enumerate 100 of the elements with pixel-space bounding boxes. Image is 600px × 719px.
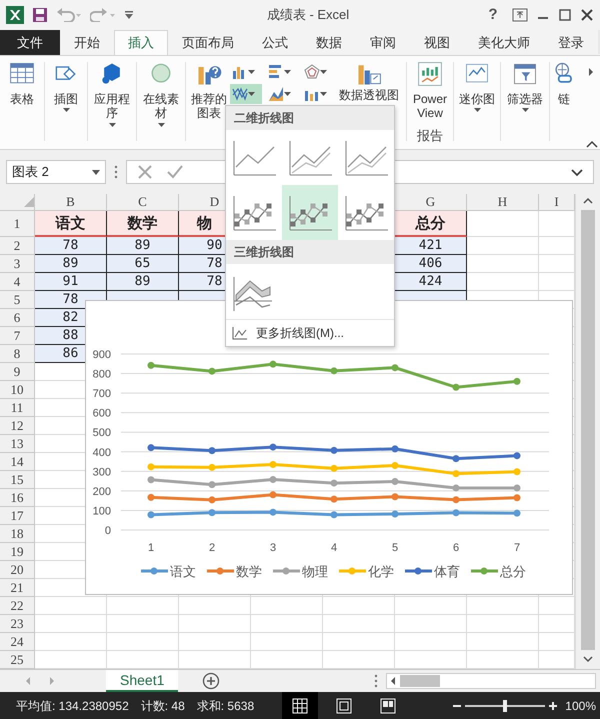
row-header[interactable]: 2 bbox=[0, 237, 35, 255]
data-point bbox=[270, 508, 276, 516]
scroll-down-icon[interactable] bbox=[582, 654, 594, 664]
row-header[interactable]: 7 bbox=[0, 327, 35, 345]
scroll-up-icon[interactable] bbox=[582, 196, 594, 206]
collapse-ribbon-icon[interactable] bbox=[586, 139, 598, 149]
table-cell: 421 bbox=[395, 237, 467, 255]
row-header[interactable]: 4 bbox=[0, 273, 35, 291]
row-header[interactable]: 23 bbox=[0, 615, 35, 633]
row-header[interactable]: 19 bbox=[0, 543, 35, 561]
apps-button[interactable]: 应用程序 bbox=[91, 60, 133, 127]
zoom-level[interactable]: 100% bbox=[565, 696, 596, 714]
close-icon[interactable] bbox=[580, 8, 594, 22]
add-sheet-icon[interactable] bbox=[202, 672, 220, 690]
status-stat: 求和: 5638 bbox=[196, 698, 254, 714]
column-header[interactable]: C bbox=[107, 194, 179, 211]
row-header[interactable]: 13 bbox=[0, 435, 35, 453]
row-header[interactable]: 17 bbox=[0, 507, 35, 525]
maximize-icon[interactable] bbox=[558, 8, 572, 22]
ribbon-tab[interactable]: 美化大师 bbox=[464, 30, 544, 55]
row-header[interactable]: 22 bbox=[0, 597, 35, 615]
axis-label: 3 bbox=[270, 542, 276, 554]
view-button[interactable] bbox=[282, 692, 318, 719]
pivot-button[interactable]: 数据透视图 bbox=[336, 60, 402, 102]
column-header[interactable]: I bbox=[539, 194, 575, 211]
chart-type-button[interactable] bbox=[230, 84, 262, 104]
filter-button[interactable]: 筛选器 bbox=[505, 60, 545, 112]
file-menu[interactable]: 文件 bbox=[0, 30, 60, 55]
row-header[interactable]: 18 bbox=[0, 525, 35, 543]
line-chart-icon bbox=[232, 326, 248, 340]
sheet-tab[interactable]: Sheet1 bbox=[106, 670, 178, 692]
link-button[interactable]: 链 bbox=[548, 60, 580, 106]
axis-label: 4 bbox=[330, 542, 338, 554]
legend-label: 体育 bbox=[434, 564, 460, 579]
zoom-in-icon[interactable] bbox=[549, 702, 558, 710]
row-header[interactable]: 10 bbox=[0, 381, 35, 399]
grid-cell bbox=[467, 255, 539, 273]
row-header[interactable]: 8 bbox=[0, 345, 35, 363]
grid-cell bbox=[467, 237, 539, 255]
row-header[interactable]: 16 bbox=[0, 489, 35, 507]
cancel-icon[interactable] bbox=[137, 164, 153, 180]
legend-label: 数学 bbox=[236, 564, 262, 579]
row-header[interactable]: 5 bbox=[0, 291, 35, 309]
ribbon-tab[interactable]: 公式 bbox=[248, 30, 302, 55]
data-point bbox=[270, 491, 276, 498]
help-button[interactable]: ? bbox=[482, 4, 504, 26]
row-header[interactable]: 9 bbox=[0, 363, 35, 381]
row-header[interactable]: 12 bbox=[0, 417, 35, 435]
ribbon-tab[interactable]: 数据 bbox=[302, 30, 356, 55]
table-cell: 89 bbox=[35, 255, 107, 273]
ribbon-tab[interactable]: 开始 bbox=[60, 30, 114, 55]
data-point bbox=[208, 368, 216, 375]
column-header[interactable]: G bbox=[395, 194, 467, 211]
more-charts-item[interactable]: 更多折线图(M)... bbox=[226, 319, 394, 346]
customize-toolbar-icon[interactable] bbox=[124, 10, 134, 20]
powerview-button[interactable]: Power View bbox=[409, 60, 451, 121]
horizontal-scrollbar[interactable] bbox=[386, 673, 596, 689]
ribbon-tab[interactable]: 审阅 bbox=[356, 30, 410, 55]
row-header[interactable]: 25 bbox=[0, 651, 35, 669]
ribbon-tab[interactable]: 插入 bbox=[114, 30, 168, 55]
row-header[interactable]: 20 bbox=[0, 561, 35, 579]
grid-cell bbox=[467, 615, 539, 633]
row-header[interactable]: 21 bbox=[0, 579, 35, 597]
row-header[interactable]: 3 bbox=[0, 255, 35, 273]
enter-icon[interactable] bbox=[167, 164, 183, 180]
row-header[interactable]: 14 bbox=[0, 453, 35, 471]
table-button[interactable]: 表格 bbox=[6, 60, 38, 106]
column-header[interactable]: B bbox=[35, 194, 107, 211]
axis-label: 5 bbox=[392, 542, 398, 554]
row-header[interactable]: 1 bbox=[0, 211, 35, 237]
axis-label: 6 bbox=[452, 542, 460, 554]
window-title: 成绩表 - Excel bbox=[266, 6, 350, 24]
ribbon-tab[interactable]: 登录 bbox=[544, 30, 598, 55]
grid-cell bbox=[179, 597, 251, 615]
table-cell: 总分 bbox=[395, 211, 467, 237]
chart-option[interactable] bbox=[282, 185, 338, 240]
sparkline-button[interactable]: 迷你图 bbox=[457, 60, 497, 112]
ribbon-tab[interactable]: 页面布局 bbox=[168, 30, 248, 55]
zoom-thumb[interactable] bbox=[503, 700, 508, 712]
caret-icon bbox=[522, 108, 528, 112]
row-header[interactable]: 11 bbox=[0, 399, 35, 417]
save-icon[interactable] bbox=[32, 7, 48, 23]
data-point bbox=[208, 496, 216, 504]
ribbon-tab[interactable]: 视图 bbox=[410, 30, 464, 55]
ribbon-display-options-icon[interactable] bbox=[512, 8, 528, 22]
illustrations-button[interactable]: 插图 bbox=[50, 60, 82, 112]
row-header[interactable]: 15 bbox=[0, 471, 35, 489]
data-point bbox=[148, 511, 154, 518]
row-header[interactable]: 24 bbox=[0, 633, 35, 651]
name-box[interactable]: 图表 2 bbox=[6, 160, 106, 184]
axis-label: 200 bbox=[92, 486, 111, 498]
expand-icon[interactable] bbox=[571, 168, 583, 177]
data-point bbox=[148, 494, 154, 501]
axis-label: 400 bbox=[92, 446, 111, 459]
data-point bbox=[452, 384, 460, 391]
data-point bbox=[514, 494, 520, 502]
scrollbar-thumb[interactable] bbox=[581, 210, 595, 650]
column-header[interactable]: H bbox=[467, 194, 539, 211]
row-header[interactable]: 6 bbox=[0, 309, 35, 327]
online-button[interactable]: 在线素材 bbox=[140, 60, 182, 127]
